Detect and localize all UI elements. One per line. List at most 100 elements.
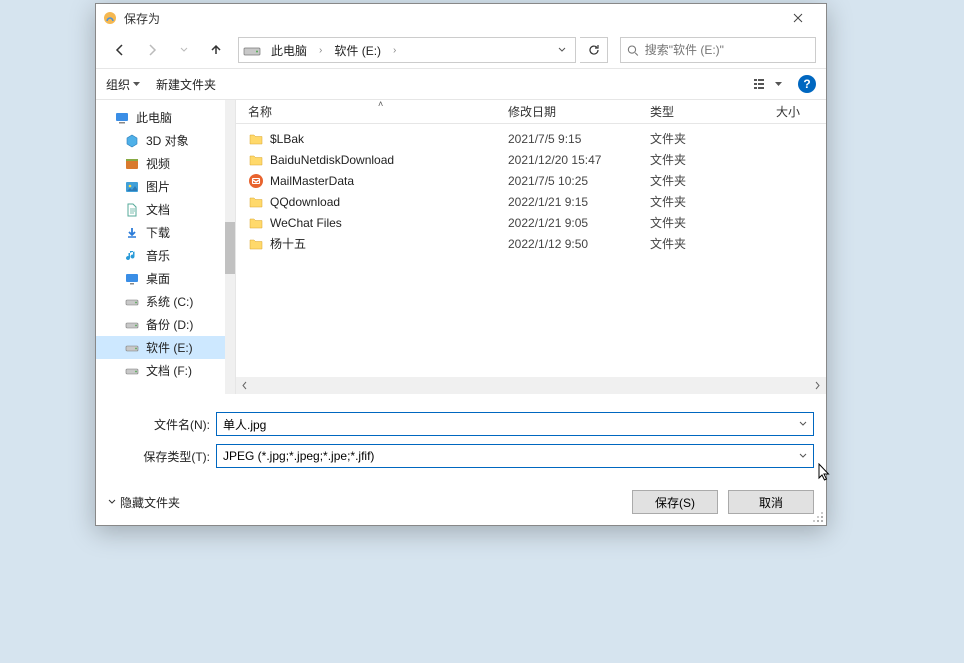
- file-type: 文件夹: [650, 172, 760, 189]
- sidebar-item-label: 备份 (D:): [146, 316, 193, 333]
- recent-dropdown[interactable]: [170, 36, 198, 64]
- resize-grip[interactable]: [812, 511, 824, 523]
- sidebar-item[interactable]: 备份 (D:): [96, 313, 235, 336]
- body: 此电脑 3D 对象视频图片文档下载音乐桌面系统 (C:) 备份 (D:) 软件 (E…: [96, 100, 826, 394]
- sidebar-item-label: 软件 (E:): [146, 339, 193, 356]
- view-button[interactable]: [753, 77, 782, 91]
- view-icon: [753, 77, 771, 91]
- horizontal-scrollbar[interactable]: [236, 377, 826, 394]
- filename-value: 单人.jpg: [223, 416, 266, 433]
- sidebar-item-icon: [124, 271, 140, 287]
- filename-label: 文件名(N):: [108, 416, 216, 433]
- refresh-button[interactable]: [580, 37, 608, 63]
- file-name: WeChat Files: [270, 216, 508, 230]
- pc-icon: [114, 110, 130, 126]
- file-row[interactable]: $LBak2021/7/5 9:15文件夹: [236, 128, 826, 149]
- save-as-dialog: 保存为 此电脑 › 软件 (E:) ›: [95, 3, 827, 526]
- save-button[interactable]: 保存(S): [632, 490, 718, 514]
- sidebar-item[interactable]: 文档 (F:): [96, 359, 235, 382]
- dialog-title: 保存为: [124, 10, 776, 27]
- sidebar-scrollbar[interactable]: [225, 100, 235, 394]
- chevron-right-icon: ›: [317, 45, 324, 56]
- sidebar-item-label: 文档 (F:): [146, 362, 192, 379]
- column-date[interactable]: 修改日期: [508, 100, 650, 123]
- chevron-down-icon[interactable]: [799, 453, 807, 459]
- file-name: QQdownload: [270, 195, 508, 209]
- breadcrumb-root[interactable]: 此电脑: [267, 40, 311, 61]
- sidebar-item[interactable]: 文档: [96, 198, 235, 221]
- file-name: MailMasterData: [270, 174, 508, 188]
- sidebar-item-label: 视频: [146, 155, 170, 172]
- drive-icon: [243, 43, 261, 57]
- titlebar: 保存为: [96, 4, 826, 32]
- scrollbar-thumb[interactable]: [225, 222, 235, 274]
- hide-folders-toggle[interactable]: 隐藏文件夹: [108, 494, 180, 511]
- help-button[interactable]: ?: [798, 75, 816, 93]
- organize-button[interactable]: 组织: [106, 76, 140, 93]
- file-date: 2021/7/5 9:15: [508, 132, 650, 146]
- sidebar-item[interactable]: 软件 (E:): [96, 336, 235, 359]
- search-icon: [627, 44, 639, 57]
- filetype-row: 保存类型(T): JPEG (*.jpg;*.jpeg;*.jpe;*.jfif…: [96, 440, 826, 472]
- scroll-right-button[interactable]: [809, 377, 826, 394]
- folder-icon: [248, 131, 264, 147]
- chevron-right-icon: ›: [391, 45, 398, 56]
- up-button[interactable]: [202, 36, 230, 64]
- file-list: $LBak2021/7/5 9:15文件夹BaiduNetdiskDownloa…: [236, 124, 826, 377]
- file-row[interactable]: QQdownload2022/1/21 9:15文件夹: [236, 191, 826, 212]
- file-date: 2021/7/5 10:25: [508, 174, 650, 188]
- search-box[interactable]: [620, 37, 816, 63]
- sidebar-item[interactable]: 图片: [96, 175, 235, 198]
- sort-arrow-icon: ˄: [378, 99, 383, 109]
- sidebar-item-label: 音乐: [146, 247, 170, 264]
- sidebar-item[interactable]: 系统 (C:): [96, 290, 235, 313]
- filetype-value: JPEG (*.jpg;*.jpeg;*.jpe;*.jfif): [223, 449, 374, 463]
- file-area: ˄ 名称 修改日期 类型 大小 $LBak2021/7/5 9:15文件夹Bai…: [236, 100, 826, 394]
- file-row[interactable]: 杨十五2022/1/12 9:50文件夹: [236, 233, 826, 254]
- file-row[interactable]: MailMasterData2021/7/5 10:25文件夹: [236, 170, 826, 191]
- sidebar-item[interactable]: 音乐: [96, 244, 235, 267]
- sidebar-item[interactable]: 下载: [96, 221, 235, 244]
- hide-folders-label: 隐藏文件夹: [120, 494, 180, 511]
- chevron-down-icon: [108, 499, 116, 505]
- sidebar-item-icon: [124, 156, 140, 172]
- breadcrumb-current[interactable]: 软件 (E:): [330, 40, 385, 61]
- sidebar-item-icon: [124, 294, 140, 310]
- scroll-left-button[interactable]: [236, 377, 253, 394]
- mail-icon: [248, 173, 264, 189]
- new-folder-button[interactable]: 新建文件夹: [156, 76, 216, 93]
- file-name: $LBak: [270, 132, 508, 146]
- file-type: 文件夹: [650, 214, 760, 231]
- sidebar-root-thispc[interactable]: 此电脑: [96, 106, 235, 129]
- close-button[interactable]: [776, 4, 820, 32]
- filetype-field[interactable]: JPEG (*.jpg;*.jpeg;*.jpe;*.jfif): [216, 444, 814, 468]
- column-type[interactable]: 类型: [650, 100, 760, 123]
- newfolder-label: 新建文件夹: [156, 76, 216, 93]
- sidebar-item-icon: [124, 363, 140, 379]
- sidebar-item[interactable]: 视频: [96, 152, 235, 175]
- folder-icon: [248, 194, 264, 210]
- file-row[interactable]: WeChat Files2022/1/21 9:05文件夹: [236, 212, 826, 233]
- file-row[interactable]: BaiduNetdiskDownload2021/12/20 15:47文件夹: [236, 149, 826, 170]
- toolbar: 组织 新建文件夹 ?: [96, 68, 826, 100]
- search-input[interactable]: [645, 43, 809, 57]
- footer: 隐藏文件夹 保存(S) 取消: [96, 472, 826, 524]
- sidebar-item-icon: [124, 248, 140, 264]
- cancel-button[interactable]: 取消: [728, 490, 814, 514]
- address-bar[interactable]: 此电脑 › 软件 (E:) ›: [238, 37, 576, 63]
- forward-button[interactable]: [138, 36, 166, 64]
- filename-field[interactable]: 单人.jpg: [216, 412, 814, 436]
- sidebar-item-icon: [124, 202, 140, 218]
- filetype-label: 保存类型(T):: [108, 448, 216, 465]
- chevron-down-icon[interactable]: [799, 421, 807, 427]
- sidebar-item-label: 系统 (C:): [146, 293, 193, 310]
- back-button[interactable]: [106, 36, 134, 64]
- file-type: 文件夹: [650, 235, 760, 252]
- sidebar: 此电脑 3D 对象视频图片文档下载音乐桌面系统 (C:) 备份 (D:) 软件 (E…: [96, 100, 236, 394]
- address-dropdown[interactable]: [553, 47, 571, 53]
- sidebar-item[interactable]: 桌面: [96, 267, 235, 290]
- column-size[interactable]: 大小: [760, 100, 826, 123]
- sidebar-item-label: 图片: [146, 178, 170, 195]
- sidebar-item-icon: [124, 225, 140, 241]
- sidebar-item[interactable]: 3D 对象: [96, 129, 235, 152]
